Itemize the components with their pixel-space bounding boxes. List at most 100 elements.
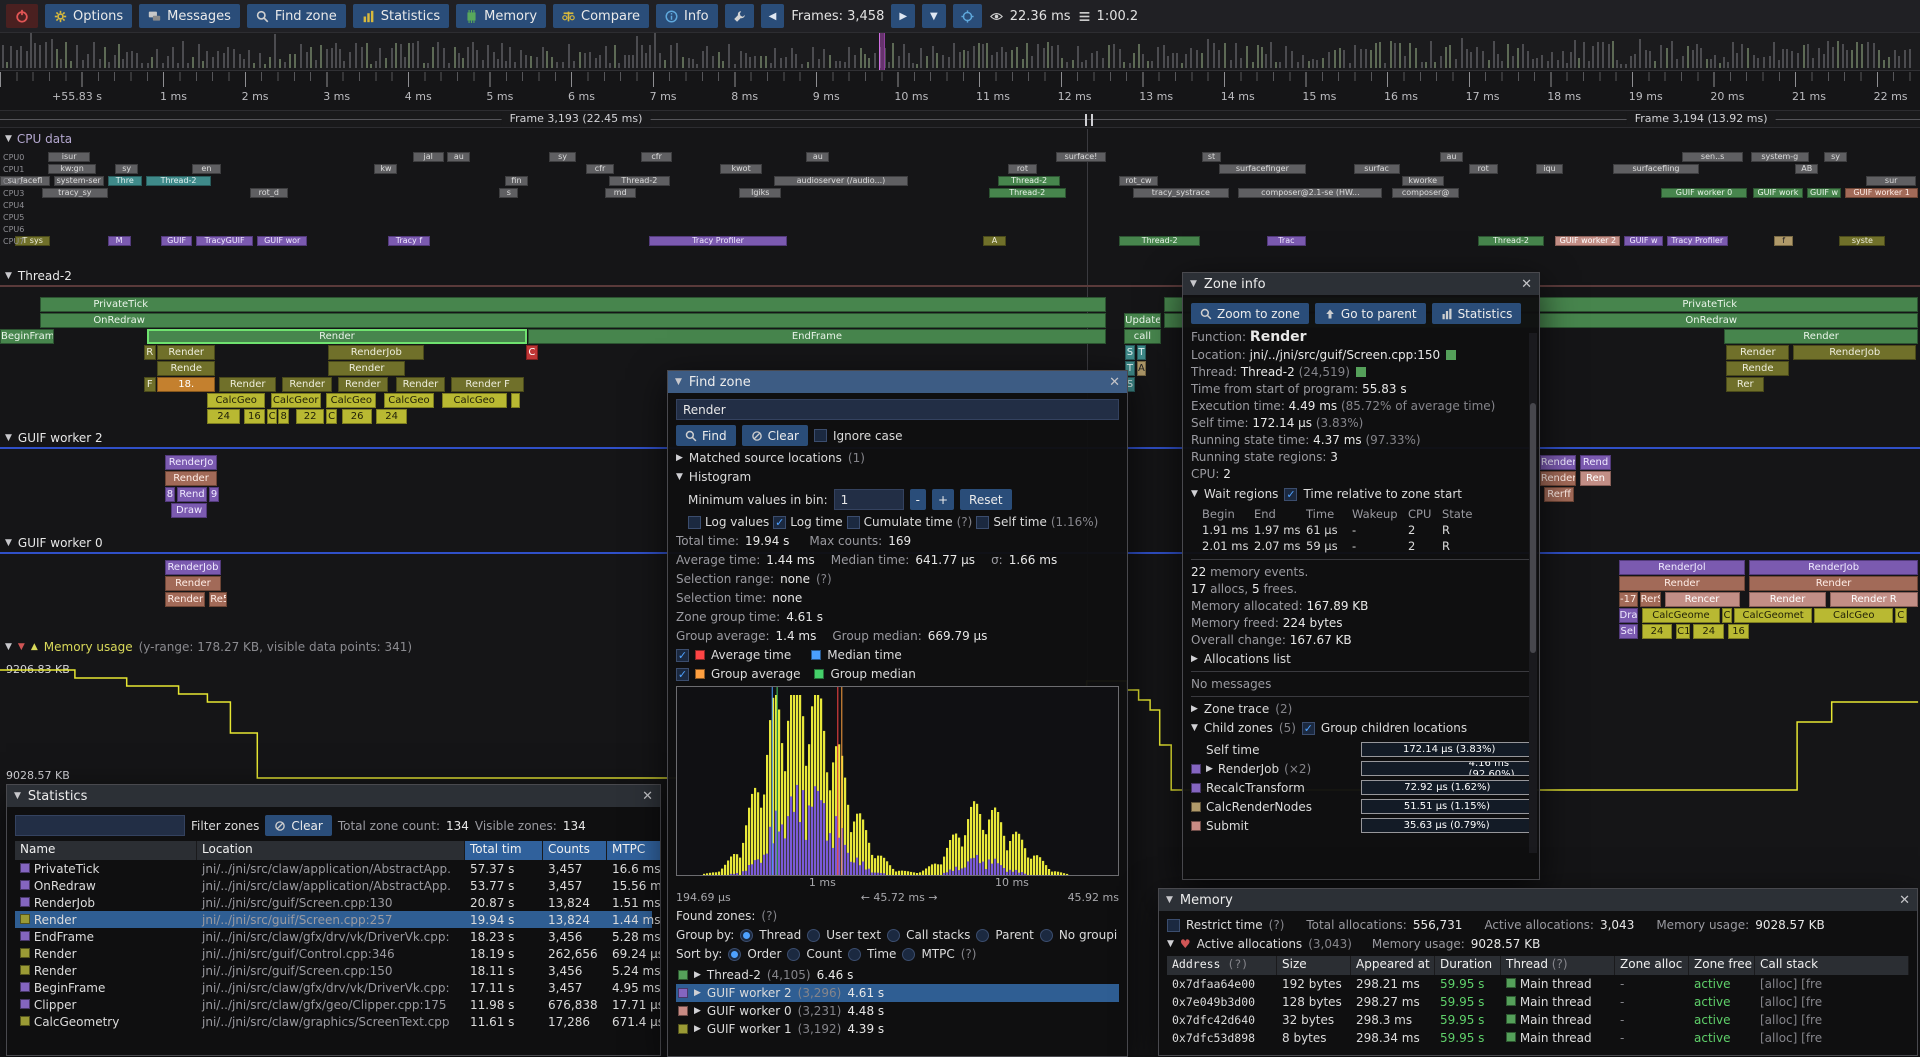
frame-bar[interactable]	[82, 60, 84, 68]
clear-filter-button[interactable]: Clear	[265, 815, 331, 836]
frame-bar[interactable]	[1047, 42, 1049, 68]
frame-bar[interactable]	[579, 52, 581, 68]
timeline-zone[interactable]: surface!	[1056, 152, 1106, 162]
frame-bar[interactable]	[1425, 62, 1427, 68]
frame-bar[interactable]	[1031, 56, 1033, 68]
info-button[interactable]: Info	[656, 4, 718, 28]
frame-bar[interactable]	[482, 60, 484, 68]
timeline-zone[interactable]: RerS	[1640, 592, 1661, 607]
frame-bar[interactable]	[868, 58, 870, 68]
frame-bar[interactable]	[595, 58, 597, 68]
frame-bar[interactable]	[458, 53, 460, 68]
frame-bar[interactable]	[1360, 49, 1362, 68]
frame-bar[interactable]	[1769, 56, 1771, 68]
frame-bar[interactable]	[1057, 45, 1059, 68]
frame-bar[interactable]	[1714, 55, 1716, 68]
frame-bar[interactable]	[408, 43, 410, 68]
frame-bar[interactable]	[1639, 39, 1641, 68]
frame-bar[interactable]	[973, 46, 975, 68]
timeline-zone[interactable]: system-g	[1751, 152, 1809, 162]
timeline-zone[interactable]: OnRedraw	[40, 313, 1106, 328]
frame-bar[interactable]	[912, 63, 914, 68]
timeline-zone[interactable]: 22	[296, 409, 325, 424]
frame-bar[interactable]	[892, 43, 894, 68]
frame-bar[interactable]	[1812, 58, 1814, 68]
frame-bar[interactable]	[1488, 60, 1490, 68]
frame-bar[interactable]	[1051, 46, 1053, 68]
frame-bar[interactable]	[712, 56, 714, 68]
frame-bar[interactable]	[1597, 42, 1599, 68]
timeline-zone[interactable]: RenderJ	[1540, 455, 1576, 470]
frame-bar[interactable]	[320, 45, 322, 68]
frame-bar[interactable]	[1157, 47, 1159, 68]
timeline-zone[interactable]: CalcGeo	[384, 393, 434, 408]
column-header[interactable]: Zone alloc	[1615, 956, 1689, 975]
timeline-zone[interactable]: st	[1202, 152, 1221, 162]
timeline-zone[interactable]: Re5	[209, 592, 226, 607]
timeline-zone[interactable]: Render	[165, 471, 217, 486]
frame-bar[interactable]	[1279, 62, 1281, 68]
frame-bar[interactable]	[860, 48, 862, 68]
frame-bar[interactable]	[1625, 64, 1627, 68]
frame-bar[interactable]	[1399, 43, 1401, 68]
sort-by-option-radio[interactable]	[728, 948, 741, 961]
frame-bar[interactable]	[443, 48, 445, 68]
frame-bar[interactable]	[1536, 58, 1538, 68]
frame-bar[interactable]	[1151, 61, 1153, 68]
frame-bar[interactable]	[45, 42, 47, 68]
timeline-zone[interactable]: T	[1137, 345, 1147, 360]
frame-bar[interactable]	[60, 59, 62, 68]
statistics-row[interactable]: RenderJobjni/../jni/src/guif/Screen.cpp:…	[15, 894, 652, 911]
timeline-zone[interactable]: 16	[244, 409, 265, 424]
matched-source-locations-toggle[interactable]: ▶ Matched source locations (1)	[676, 451, 1119, 465]
frame-bar[interactable]	[294, 54, 296, 68]
frame-bar[interactable]	[104, 47, 106, 68]
timeline-zone[interactable]: iqu	[1536, 164, 1563, 174]
alloc-callstack-link[interactable]: [alloc]	[1760, 995, 1801, 1009]
column-header[interactable]: Time	[1303, 507, 1349, 521]
timeline-zone[interactable]: 24	[207, 409, 240, 424]
frame-bar[interactable]	[636, 36, 638, 68]
column-header[interactable]: Wakeup	[1349, 507, 1405, 521]
go-to-parent-button[interactable]: Go to parent	[1315, 303, 1426, 324]
child-zone-row[interactable]: Submit35.63 µs (0.79%)	[1191, 816, 1531, 835]
column-header[interactable]: Location	[197, 841, 465, 860]
frame-bar[interactable]	[1415, 48, 1417, 68]
frame-bar[interactable]	[1445, 47, 1447, 68]
column-header[interactable]: CPU	[1405, 507, 1439, 521]
timeline-zone[interactable]: CalcGeo	[326, 393, 376, 408]
frame-bar[interactable]	[1666, 48, 1668, 68]
close-icon[interactable]: ✕	[1109, 375, 1120, 390]
column-header[interactable]: Begin	[1199, 507, 1251, 521]
frame-bar[interactable]	[202, 61, 204, 68]
timeline-zone[interactable]: S	[1125, 345, 1135, 360]
frame-bar[interactable]	[331, 48, 333, 68]
memory-button[interactable]: Memory	[456, 4, 546, 28]
options-button[interactable]: Options	[45, 4, 132, 28]
frame-bar[interactable]	[718, 52, 720, 68]
frame-bar[interactable]	[432, 47, 434, 68]
timeline-zone[interactable]: Rer	[1726, 377, 1764, 392]
frame-bar[interactable]	[1016, 47, 1018, 68]
frame-bar[interactable]	[1888, 57, 1890, 68]
frame-bar[interactable]	[1061, 58, 1063, 68]
statistics-row[interactable]: OnRedrawjni/../jni/src/claw/application/…	[15, 877, 652, 894]
frame-bar[interactable]	[289, 54, 291, 68]
frame-bar[interactable]	[1123, 62, 1125, 68]
frame-bar[interactable]	[126, 52, 128, 68]
found-zone-group-row[interactable]: ▶Thread-2(4,105)6.46 s	[676, 966, 1119, 984]
frame-bar[interactable]	[898, 56, 900, 68]
close-icon[interactable]: ✕	[642, 789, 653, 804]
statistics-row[interactable]: EndFramejni/../jni/src/claw/gfx/drv/vk/D…	[15, 928, 652, 945]
frame-bar[interactable]	[1757, 58, 1759, 68]
frame-bar[interactable]	[812, 47, 814, 68]
frame-bar[interactable]	[848, 47, 850, 68]
timeline-zone[interactable]: A	[1137, 361, 1147, 376]
timeline-zone[interactable]: Render	[338, 377, 388, 392]
frame-bar[interactable]	[30, 33, 32, 68]
self-time-checkbox[interactable]	[976, 516, 989, 529]
frame-bar[interactable]	[2, 45, 4, 68]
alloc-callstack-link[interactable]: [alloc]	[1760, 1031, 1801, 1045]
timeline-zone[interactable]: Render	[165, 576, 221, 591]
frame-bar[interactable]	[1522, 44, 1524, 68]
